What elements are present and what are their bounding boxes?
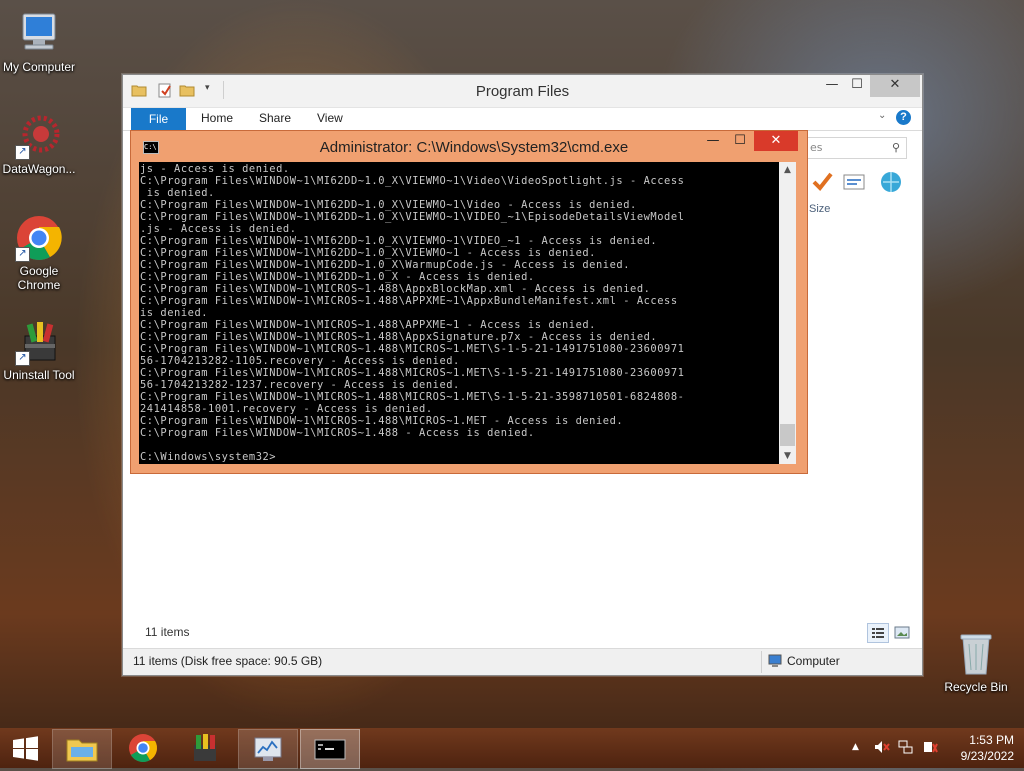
- desktop-icon-label: My Computer: [2, 60, 76, 74]
- desktop-icon-uninstall-tool[interactable]: ↗ Uninstall Tool: [0, 318, 81, 382]
- maximize-button[interactable]: ☐: [840, 75, 874, 97]
- taskbar-file-explorer[interactable]: [52, 729, 112, 769]
- explorer-title: Program Files: [475, 83, 570, 100]
- cmd-close-button[interactable]: ✕: [754, 131, 798, 151]
- taskbar-cmd[interactable]: [300, 729, 360, 769]
- action-center-icon[interactable]: [922, 740, 938, 757]
- cmd-icon: [314, 739, 346, 760]
- recycle-bin-icon: [952, 630, 1000, 678]
- cmd-output: js - Access is denied. C:\Program Files\…: [140, 163, 685, 463]
- chrome-icon: ↗: [15, 214, 63, 262]
- explorer-titlebar[interactable]: ▾ Program Files — ☐ ✕: [123, 75, 922, 108]
- start-button[interactable]: [0, 729, 50, 767]
- shortcut-arrow-icon: ↗: [15, 247, 30, 262]
- tab-file[interactable]: File: [131, 108, 186, 130]
- computer-icon: [15, 10, 63, 58]
- desktop-icon-label: Google Chrome: [17, 264, 61, 292]
- taskbar-chrome[interactable]: [114, 729, 172, 767]
- computer-small-icon: [768, 654, 782, 671]
- shortcut-arrow-icon: ↗: [15, 145, 30, 160]
- clock-time: 1:53 PM: [969, 733, 1014, 747]
- cmd-maximize-button[interactable]: ☐: [727, 131, 753, 151]
- shortcut-arrow-icon: ↗: [15, 351, 30, 366]
- file-explorer-icon: [66, 739, 98, 762]
- taskbar: ▲ 1:53 PM 9/23/2022: [0, 728, 1024, 769]
- items-count: 11 items: [145, 625, 190, 639]
- column-header-size[interactable]: Size: [809, 203, 830, 215]
- cmd-console[interactable]: js - Access is denied. C:\Program Files\…: [139, 162, 779, 464]
- chrome-icon: [129, 734, 157, 762]
- details-pane-icon: [843, 174, 865, 193]
- volume-muted-icon[interactable]: [874, 740, 890, 757]
- datawagon-icon: ↗: [15, 112, 63, 160]
- taskbar-task-manager[interactable]: [238, 729, 298, 769]
- status-divider: [761, 651, 762, 673]
- network-icon[interactable]: [898, 740, 914, 757]
- desktop-icon-label: DataWagon...: [2, 162, 76, 176]
- scroll-up-icon[interactable]: ▲: [779, 162, 796, 178]
- clock[interactable]: 1:53 PM 9/23/2022: [961, 732, 1014, 764]
- scroll-thumb[interactable]: [780, 424, 795, 446]
- close-button[interactable]: ✕: [870, 75, 920, 97]
- clock-date: 9/23/2022: [960, 749, 1014, 763]
- checkmark-icon: [811, 171, 833, 196]
- cmd-titlebar[interactable]: C:\ Administrator: C:\Windows\System32\c…: [131, 131, 807, 162]
- expand-ribbon-icon[interactable]: ⌄: [878, 110, 886, 121]
- status-location: Computer: [787, 654, 840, 668]
- windows-logo-icon: [13, 736, 38, 761]
- desktop-icon-label: Recycle Bin: [944, 680, 1008, 694]
- desktop-icon-my-computer[interactable]: My Computer: [0, 10, 81, 74]
- uninstall-tool-icon: ↗: [15, 318, 63, 366]
- status-text: 11 items (Disk free space: 90.5 GB): [133, 654, 323, 668]
- desktop-icon-google-chrome[interactable]: ↗ Google Chrome: [0, 214, 81, 292]
- status-bar: 11 items (Disk free space: 90.5 GB) Comp…: [123, 648, 922, 675]
- ribbon-tabs: File Home Share View ⌄ ?: [123, 108, 922, 131]
- show-hidden-icons-icon[interactable]: ▲: [852, 742, 859, 752]
- monitor-chart-icon: [254, 737, 282, 761]
- taskbar-uninstall-tool[interactable]: [176, 729, 234, 767]
- globe-icon: [879, 171, 903, 196]
- cmd-minimize-button[interactable]: —: [699, 131, 727, 151]
- details-view-icon[interactable]: [867, 623, 889, 643]
- search-placeholder: es: [810, 141, 823, 154]
- search-input[interactable]: es ⚲: [805, 137, 907, 159]
- desktop-icon-recycle-bin[interactable]: Recycle Bin: [934, 630, 1018, 694]
- tab-home[interactable]: Home: [201, 111, 233, 125]
- desktop-icon-label: Uninstall Tool: [3, 368, 75, 382]
- search-icon: ⚲: [891, 141, 900, 154]
- tab-share[interactable]: Share: [259, 111, 291, 125]
- help-icon[interactable]: ?: [896, 110, 911, 125]
- uninstall-tool-icon: [194, 734, 216, 761]
- tab-view[interactable]: View: [317, 111, 343, 125]
- desktop-icon-datawagon[interactable]: ↗ DataWagon...: [0, 112, 81, 176]
- large-icons-view-icon[interactable]: [891, 623, 913, 643]
- cmd-window[interactable]: C:\ Administrator: C:\Windows\System32\c…: [130, 130, 808, 474]
- scroll-down-icon[interactable]: ▼: [779, 448, 796, 464]
- cmd-scrollbar[interactable]: ▲ ▼: [779, 162, 796, 464]
